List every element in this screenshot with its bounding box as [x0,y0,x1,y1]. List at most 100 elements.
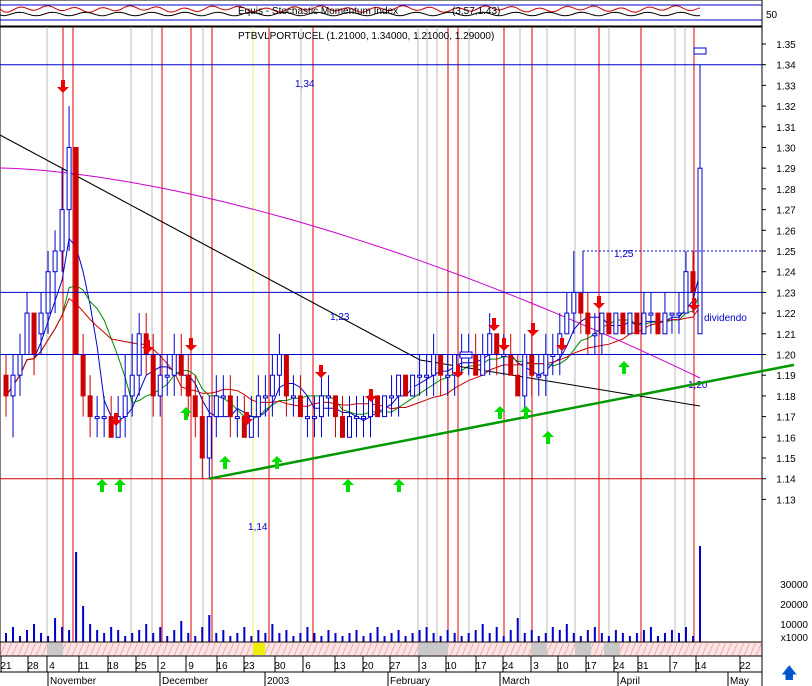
price-body-43 [304,416,310,420]
price-body-28 [199,416,205,459]
chart-background [0,0,812,686]
price-body-63 [445,374,451,378]
price-body-4 [31,312,37,356]
month-label-4: March [502,676,530,686]
month-label-5: April [620,676,640,686]
x-tick-6: 2 [160,661,166,672]
price-body-33 [234,416,240,420]
price-body-3 [24,312,30,356]
y-tick-20: 1.15 [776,454,796,465]
price-body-56 [396,374,402,397]
price-body-51 [361,416,367,420]
y-tick-8: 1.27 [776,206,796,217]
x-tick-23: 31 [637,661,649,672]
y-tick-12: 1.23 [776,288,796,299]
y-tick-13: 1.22 [776,309,796,320]
price-panel [0,26,763,643]
price-body-54 [382,395,388,418]
x-tick-21: 17 [585,661,597,672]
x-tick-20: 10 [557,661,569,672]
x-tick-14: 27 [389,661,401,672]
holiday-block-0 [47,643,63,655]
price-body-22 [157,374,163,397]
price-body-42 [297,395,303,418]
x-tick-26: 22 [739,661,751,672]
price-body-86 [606,312,612,335]
price-body-31 [220,395,226,399]
price-body-75 [529,354,535,376]
x-tick-5: 25 [135,661,147,672]
level-label-4: 1,14 [248,522,268,533]
y-tick-15: 1.20 [776,351,796,362]
price-body-1 [10,374,16,397]
holiday-block-5 [604,643,620,655]
price-body-77 [543,354,549,376]
price-body-12 [87,395,93,418]
price-body-23 [164,374,170,378]
year-marker-block [253,643,265,655]
price-body-11 [80,354,86,397]
price-body-61 [431,354,437,376]
month-label-0: November [50,676,97,686]
price-body-81 [571,291,577,314]
price-body-93 [655,312,661,335]
y-tick-17: 1.18 [776,392,796,403]
price-body-17 [122,395,128,418]
x-tick-11: 6 [305,661,311,672]
price-body-29 [206,416,212,459]
x-tick-15: 3 [421,661,427,672]
price-body-47 [332,395,338,418]
x-tick-10: 30 [274,661,286,672]
last-bar-marker [693,47,707,55]
stock-chart: 1,341,251,231,201,14 1.351.341.331.321.3… [0,0,812,686]
level-label-2: 1,23 [330,312,350,323]
y-tick-6: 1.29 [776,164,796,175]
arrow-up-icon[interactable]: 🡅 [781,665,797,682]
price-body-74 [522,354,528,397]
x-tick-22: 24 [613,661,625,672]
price-body-38 [269,374,275,397]
price-body-68 [480,354,486,376]
y-tick-21: 1.14 [776,475,796,486]
price-body-26 [185,374,191,397]
x-tick-25: 14 [695,661,707,672]
month-label-2: 2003 [267,676,290,686]
y-tick-3: 1.32 [776,102,796,113]
level-label-0: 1,34 [295,79,315,90]
price-body-25 [178,354,184,376]
vol-tick-0: 30000 [780,580,808,591]
price-body-49 [346,416,352,438]
y-tick-10: 1.25 [776,247,796,258]
price-body-70 [494,333,500,355]
x-tick-8: 16 [216,661,228,672]
price-body-80 [564,312,570,335]
price-body-58 [410,374,416,397]
x-tick-4: 18 [107,661,119,672]
price-body-72 [508,354,514,376]
price-body-50 [354,416,360,420]
price-body-84 [592,333,598,337]
price-body-87 [613,312,619,335]
y-tick-0: 1.35 [776,40,796,51]
price-body-30 [213,395,219,418]
price-body-2 [17,354,23,376]
x-tick-13: 20 [362,661,374,672]
vol-tick-1: 20000 [780,600,808,611]
price-body-89 [627,312,633,335]
x-tick-9: 23 [243,661,255,672]
price-body-15 [108,416,114,438]
price-body-96 [676,312,682,316]
price-body-59 [417,374,423,378]
price-body-55 [389,395,395,399]
y-tick-4: 1.31 [776,123,796,134]
y-tick-11: 1.24 [776,268,796,279]
price-body-76 [536,374,542,378]
price-body-39 [276,354,282,376]
month-label-6: May [730,676,749,686]
vol-tick-2: 10000 [780,620,808,631]
vol-tick-3: x1000 [781,633,809,644]
y-tick-7: 1.28 [776,185,796,196]
price-body-91 [641,312,647,335]
x-tick-3: 11 [79,661,90,672]
price-body-45 [318,395,324,418]
